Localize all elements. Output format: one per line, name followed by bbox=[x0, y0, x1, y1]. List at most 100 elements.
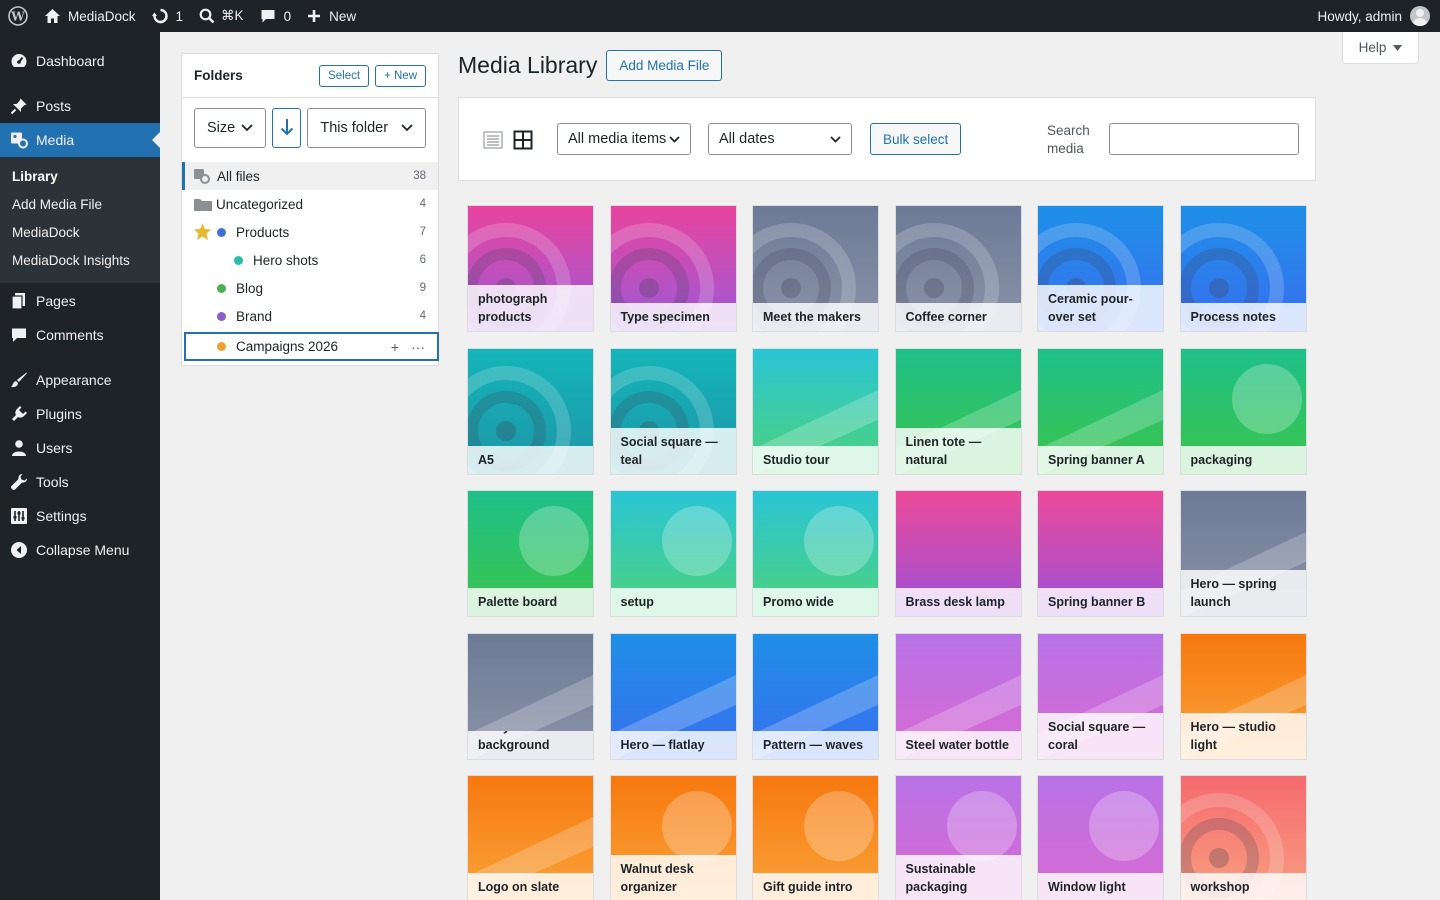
media-item[interactable]: Sustainable packaging bbox=[894, 775, 1022, 900]
media-type-filter[interactable]: All media items bbox=[557, 123, 691, 155]
bulk-select-button[interactable]: Bulk select bbox=[870, 123, 962, 155]
media-item[interactable]: Pattern — waves bbox=[752, 632, 879, 760]
chevron-down-icon bbox=[401, 120, 413, 136]
menu-settings[interactable]: Settings bbox=[0, 499, 160, 533]
submenu-add-media-file[interactable]: Add Media File bbox=[0, 191, 160, 219]
arrow-down-icon bbox=[280, 118, 294, 139]
add-subfolder-icon[interactable]: + bbox=[391, 339, 399, 355]
media-item[interactable]: Hero — workshop bbox=[1179, 775, 1307, 900]
media-item[interactable]: Meet the makers bbox=[752, 205, 879, 332]
media-item[interactable]: Process notes bbox=[1179, 205, 1307, 332]
media-item[interactable]: Hero — desk setup bbox=[609, 490, 737, 617]
media-item[interactable]: Ceramic pour-over set bbox=[1037, 205, 1164, 332]
media-item-title: Steel water bottle bbox=[895, 730, 1021, 759]
media-item-title: Ceramic pour-over set bbox=[1038, 285, 1163, 331]
media-item[interactable]: Story background bbox=[467, 632, 594, 760]
menu-label: Media bbox=[36, 132, 75, 148]
media-item-title: Linen tote — natural bbox=[895, 427, 1021, 474]
submenu-library[interactable]: Library bbox=[0, 163, 160, 191]
media-item-title: Social square — teal bbox=[610, 427, 736, 474]
avatar bbox=[1410, 6, 1430, 26]
media-item[interactable]: Hero — studio light bbox=[1179, 632, 1307, 760]
menu-posts[interactable]: Posts bbox=[0, 89, 160, 123]
media-item[interactable]: Walnut desk organizer bbox=[609, 775, 737, 900]
media-item[interactable]: How we photograph products bbox=[467, 205, 594, 332]
add-media-file-button[interactable]: Add Media File bbox=[606, 50, 723, 81]
media-item-title: Coffee corner bbox=[895, 303, 1021, 331]
menu-media[interactable]: Media bbox=[0, 123, 160, 157]
media-item-title: Cork notebook A5 bbox=[468, 445, 593, 474]
media-item-title: Palette board bbox=[468, 588, 593, 616]
search-shortcut-link[interactable]: ⌘K bbox=[191, 0, 252, 32]
wordpress-logo-icon[interactable]: W bbox=[0, 0, 36, 32]
folder-count: 38 bbox=[413, 170, 426, 182]
media-item[interactable]: Hero — spring launch bbox=[1179, 490, 1307, 617]
more-options-icon[interactable]: ··· bbox=[411, 339, 425, 355]
folder-brand[interactable]: Brand 4 bbox=[182, 302, 438, 330]
media-item[interactable]: Hero — packaging bbox=[1179, 347, 1307, 475]
menu-dashboard[interactable]: Dashboard bbox=[0, 44, 160, 78]
menu-plugins[interactable]: Plugins bbox=[0, 397, 160, 431]
pages-icon bbox=[10, 292, 28, 310]
submenu-mediadock[interactable]: MediaDock bbox=[0, 219, 160, 247]
media-item-title: Hero — spring launch bbox=[1180, 570, 1306, 616]
list-view-icon[interactable] bbox=[483, 130, 503, 153]
media-item[interactable]: Studio tour bbox=[752, 347, 879, 475]
collapse-menu-button[interactable]: Collapse Menu bbox=[0, 533, 160, 567]
media-item-title: Brass desk lamp bbox=[895, 588, 1021, 616]
media-item[interactable]: Linen tote — natural bbox=[894, 347, 1022, 475]
new-label: New bbox=[329, 8, 357, 24]
sort-direction-button[interactable] bbox=[272, 108, 302, 148]
folder-uncategorized[interactable]: Uncategorized 4 bbox=[182, 190, 438, 218]
grid-view-icon[interactable] bbox=[513, 130, 533, 153]
account-menu[interactable]: Howdy, admin bbox=[1309, 0, 1440, 32]
media-item[interactable]: Social square — coral bbox=[1037, 632, 1164, 760]
comments-link[interactable]: 0 bbox=[252, 0, 300, 32]
site-name-link[interactable]: MediaDock bbox=[36, 0, 144, 32]
media-item[interactable]: Gift guide intro bbox=[752, 775, 879, 900]
folder-hero-shots[interactable]: Hero shots 6 bbox=[182, 246, 438, 274]
media-item-title: Gift guide intro bbox=[753, 873, 878, 900]
media-item[interactable]: Hero — flatlay bbox=[609, 632, 737, 760]
folder-scope-select[interactable]: This folder bbox=[307, 108, 426, 148]
date-filter[interactable]: All dates bbox=[708, 123, 852, 155]
updates-link[interactable]: 1 bbox=[144, 0, 192, 32]
media-item[interactable]: Palette board bbox=[467, 490, 594, 617]
media-item[interactable]: Promo wide bbox=[752, 490, 879, 617]
media-item[interactable]: Cork notebook A5 bbox=[467, 347, 594, 475]
search-media-input[interactable] bbox=[1109, 123, 1299, 155]
help-tab[interactable]: Help bbox=[1342, 32, 1419, 64]
media-item[interactable]: Type specimen bbox=[609, 205, 737, 332]
search-media-label: Search media bbox=[1047, 123, 1090, 156]
menu-tools[interactable]: Tools bbox=[0, 465, 160, 499]
folders-select-button[interactable]: Select bbox=[319, 64, 370, 87]
page-title: Media Library bbox=[458, 52, 598, 78]
folder-products[interactable]: Products 7 bbox=[182, 218, 438, 246]
new-folder-button[interactable]: + New bbox=[375, 64, 426, 87]
media-item-title: Sustainable packaging bbox=[895, 855, 1021, 900]
media-item[interactable]: Spring banner B bbox=[1037, 490, 1164, 617]
menu-pages[interactable]: Pages bbox=[0, 284, 160, 318]
media-item[interactable]: Spring banner A bbox=[1037, 347, 1164, 475]
folder-all-files[interactable]: All files 38 bbox=[182, 162, 438, 190]
media-item[interactable]: Social square — teal bbox=[609, 347, 737, 475]
new-content-link[interactable]: New bbox=[299, 0, 364, 32]
media-item-title: Meet the makers bbox=[753, 303, 878, 331]
sort-by-select[interactable]: Size bbox=[194, 108, 267, 148]
media-item-title: Hero — studio light bbox=[1180, 712, 1306, 759]
media-item-title: Hero — flatlay bbox=[610, 730, 736, 759]
menu-appearance[interactable]: Appearance bbox=[0, 363, 160, 397]
media-item[interactable]: Coffee corner bbox=[894, 205, 1022, 332]
media-item[interactable]: Window light bbox=[1037, 775, 1164, 900]
menu-label: Comments bbox=[36, 327, 104, 343]
menu-users[interactable]: Users bbox=[0, 431, 160, 465]
folder-blog[interactable]: Blog 9 bbox=[182, 274, 438, 302]
plus-icon bbox=[307, 9, 321, 23]
folder-campaigns-2026[interactable]: Campaigns 2026 + ··· bbox=[184, 332, 439, 361]
media-item-title: Promo wide bbox=[753, 588, 878, 616]
submenu-mediadock-insights[interactable]: MediaDock Insights bbox=[0, 247, 160, 275]
media-item[interactable]: Brass desk lamp bbox=[894, 490, 1022, 617]
menu-comments[interactable]: Comments bbox=[0, 318, 160, 352]
media-item[interactable]: Steel water bottle bbox=[894, 632, 1022, 760]
media-item[interactable]: Logo on slate bbox=[467, 775, 594, 900]
